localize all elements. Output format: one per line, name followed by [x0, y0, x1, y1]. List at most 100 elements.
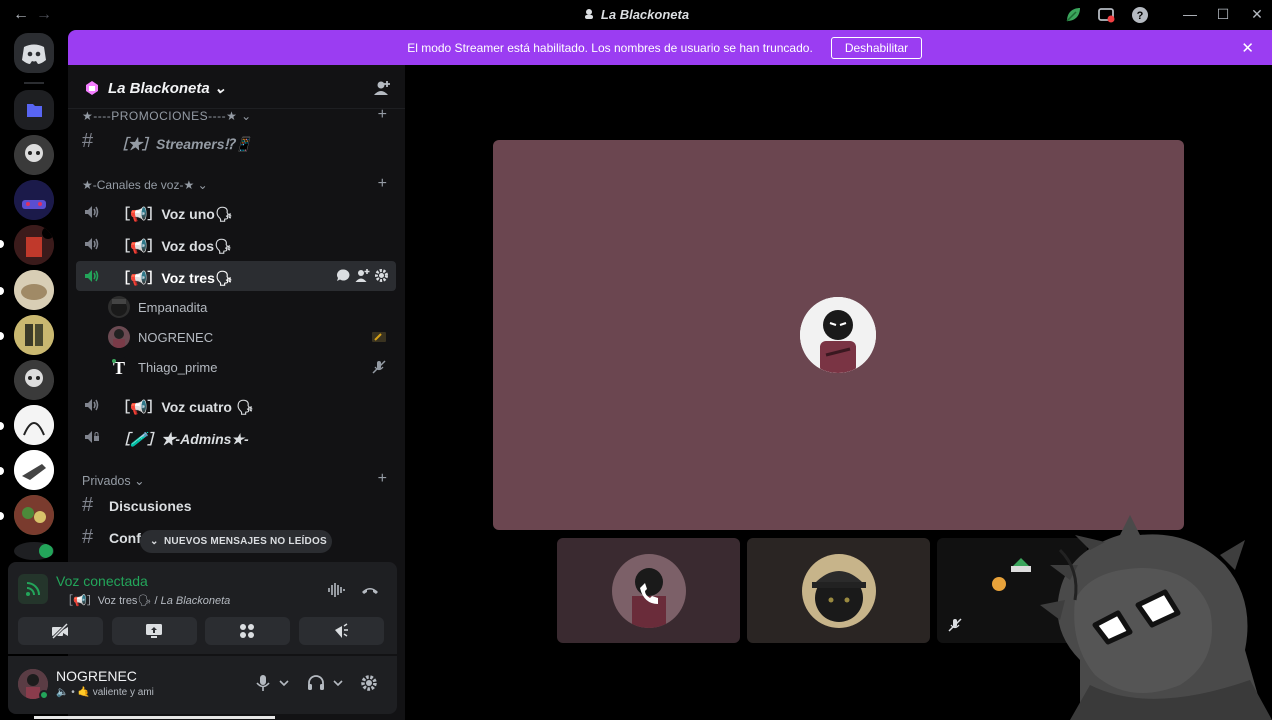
- channel-admins[interactable]: ［🧪］★-Admins★-: [76, 422, 396, 452]
- banner-text: El modo Streamer está habilitado. Los no…: [407, 41, 813, 55]
- chevron-down-icon[interactable]: [278, 674, 290, 692]
- char-avatar-icon: [14, 225, 54, 265]
- camera-off-button[interactable]: [18, 617, 103, 645]
- chevron-down-icon: ⌄: [241, 109, 252, 123]
- skull-avatar-icon: [14, 135, 54, 175]
- activities-button[interactable]: [205, 617, 290, 645]
- banner-close-icon[interactable]: ✕: [1241, 39, 1254, 57]
- signal-icon: [26, 582, 40, 596]
- server-name-text: La Blackoneta: [108, 80, 210, 97]
- folder-button[interactable]: [14, 90, 54, 130]
- category-privados[interactable]: Privados ⌄: [82, 473, 145, 488]
- server-icon-10[interactable]: [14, 542, 54, 560]
- server-icon-2[interactable]: [14, 180, 54, 220]
- share-screen-icon: [146, 624, 162, 638]
- channel-conf-label: Conf: [109, 530, 141, 546]
- voice-connected-panel: Voz conectada ［📢］Voz tres🗣 / La Blackone…: [8, 562, 397, 654]
- channel-voz-dos[interactable]: ［📢］Voz dos🗣: [76, 229, 396, 259]
- voice-channel-path[interactable]: ［📢］Voz tres🗣 / La Blackoneta: [62, 592, 230, 608]
- maximize-button[interactable]: ☐: [1214, 5, 1232, 23]
- gear-icon[interactable]: [374, 268, 389, 283]
- noise-suppression-icon[interactable]: [326, 580, 346, 600]
- channel-voz-tres[interactable]: ［📢］Voz tres🗣: [76, 261, 396, 291]
- category-voz-label: ★-Canales de voz-★: [82, 178, 195, 192]
- server-icon-1[interactable]: [14, 135, 54, 175]
- headphones-icon[interactable]: [307, 674, 325, 692]
- avatar: [800, 297, 876, 373]
- server-icon-4[interactable]: [14, 270, 54, 310]
- participant-tile[interactable]: [557, 538, 740, 643]
- voice-user-nogrenec[interactable]: NOGRENEC: [108, 324, 393, 350]
- speaker-icon: [85, 399, 99, 411]
- minimize-button[interactable]: —: [1181, 5, 1199, 23]
- t-letter-avatar-icon: T: [112, 358, 125, 378]
- avatar: [802, 554, 876, 628]
- signal-icon-wrap[interactable]: [18, 574, 48, 604]
- avatar: [108, 296, 130, 318]
- server-icon-7[interactable]: [14, 405, 54, 445]
- disconnect-phone-icon[interactable]: [360, 580, 380, 600]
- category-promociones[interactable]: ★----PROMOCIONES----★ ⌄: [82, 109, 252, 123]
- add-channel-plus-icon[interactable]: +: [378, 106, 387, 124]
- invite-user-icon[interactable]: [373, 79, 391, 97]
- inbox-icon[interactable]: [1097, 6, 1115, 24]
- server-icon-6[interactable]: [14, 360, 54, 400]
- user-name: NOGRENEC: [56, 668, 137, 684]
- channel-voz-uno[interactable]: ［📢］Voz uno🗣: [76, 197, 396, 227]
- server-header[interactable]: La Blackoneta ⌄: [68, 65, 405, 109]
- server-icon-3[interactable]: [14, 225, 54, 265]
- streaming-status-icon: [372, 332, 386, 342]
- voice-user-empanadita[interactable]: Empanadita: [108, 294, 393, 320]
- camera-off-icon: [51, 622, 69, 640]
- category-voz[interactable]: ★-Canales de voz-★ ⌄: [82, 178, 208, 192]
- avatar: T: [108, 356, 130, 378]
- close-button[interactable]: ✕: [1248, 5, 1266, 23]
- voice-status[interactable]: Voz conectada: [56, 573, 148, 589]
- channel-admins-label: ［🧪］★-Admins★-: [116, 431, 249, 447]
- avatar: [612, 554, 686, 628]
- invite-user-icon[interactable]: [355, 268, 370, 283]
- share-screen-button[interactable]: [112, 617, 197, 645]
- speaker-icon: [85, 206, 99, 218]
- hash-icon: #: [82, 494, 94, 516]
- server-icon-5[interactable]: [14, 315, 54, 355]
- channel-voz-cuatro[interactable]: ［📢］Voz cuatro 🗣: [76, 390, 396, 420]
- home-button[interactable]: [14, 33, 54, 73]
- user-status: 🔈 • 🤙 valiente y ami: [56, 687, 154, 698]
- gear-icon[interactable]: [360, 674, 378, 692]
- window-title: La Blackoneta: [600, 7, 690, 22]
- disable-streamer-button[interactable]: Deshabilitar: [831, 37, 922, 59]
- participant-tile[interactable]: [747, 538, 930, 643]
- chat-bubble-icon[interactable]: [336, 268, 351, 283]
- new-unread-messages-pill[interactable]: ⌄ NUEVOS MENSAJES NO LEÍDOS: [140, 530, 332, 553]
- unread-pill-indicator: [0, 422, 4, 430]
- channel-streamers[interactable]: # ［★］Streamers⁉📱: [76, 127, 396, 157]
- channel-discusiones-label: Discusiones: [109, 498, 192, 514]
- voice-user-thiago[interactable]: T Thiago_prime: [108, 354, 393, 380]
- add-channel-plus-icon[interactable]: +: [378, 470, 387, 488]
- streamer-mode-banner: El modo Streamer está habilitado. Los no…: [68, 30, 1272, 65]
- unread-pill-indicator: [0, 467, 4, 475]
- channel-voz-cuatro-label: ［📢］Voz cuatro 🗣: [116, 399, 254, 415]
- soundboard-button[interactable]: [299, 617, 384, 645]
- channel-discusiones[interactable]: # Discusiones: [76, 491, 396, 521]
- channel-voz-dos-label: ［📢］Voz dos🗣: [116, 238, 232, 254]
- hash-icon: #: [82, 130, 94, 152]
- microphone-icon[interactable]: [254, 674, 272, 692]
- server-icon: [584, 9, 593, 19]
- focused-user-tile[interactable]: [493, 140, 1184, 530]
- user-panel: NOGRENEC 🔈 • 🤙 valiente y ami: [8, 656, 397, 714]
- server-boost-icon: [86, 81, 98, 95]
- help-icon[interactable]: ?: [1131, 6, 1149, 24]
- server-icon-9[interactable]: [14, 495, 54, 535]
- server-name: La Blackoneta ⌄: [108, 79, 226, 97]
- phone-call-avatar-icon: [612, 554, 686, 628]
- voice-server-label: La Blackoneta: [160, 595, 231, 607]
- add-channel-plus-icon[interactable]: +: [378, 175, 387, 193]
- nitro-leaf-icon[interactable]: [1064, 6, 1082, 24]
- speaker-active-icon: [85, 270, 99, 282]
- chevron-down-icon[interactable]: [332, 674, 344, 692]
- server-icon-8[interactable]: [14, 450, 54, 490]
- unread-pill-indicator: [0, 287, 4, 295]
- streamer-overlay-character-image: [1040, 515, 1272, 720]
